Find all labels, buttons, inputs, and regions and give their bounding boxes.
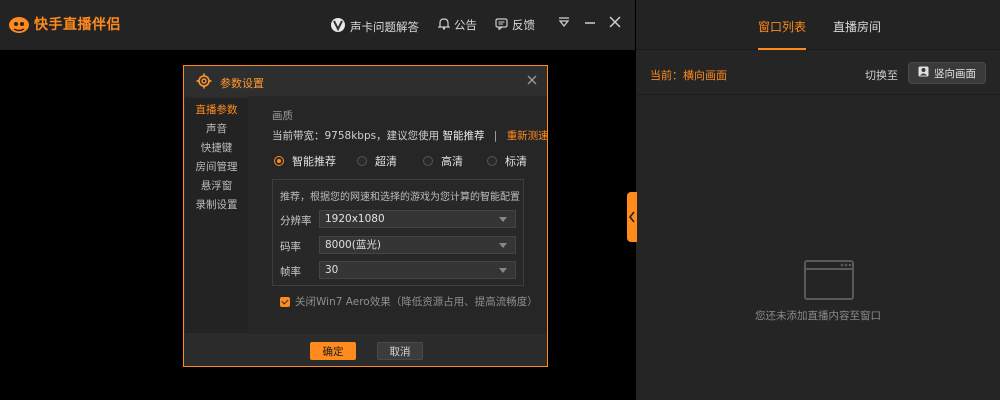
radio-dot xyxy=(357,156,367,166)
radio-label: 标清 xyxy=(505,155,527,168)
feedback-button[interactable]: 反馈 xyxy=(495,17,535,33)
radio-label: 高清 xyxy=(441,155,463,168)
minimize-button[interactable] xyxy=(583,15,599,33)
framerate-select[interactable]: 30 xyxy=(319,261,516,279)
menu-down-icon xyxy=(558,17,570,28)
kuaishou-logo-icon xyxy=(8,14,30,34)
separator: | xyxy=(493,130,498,142)
bell-icon xyxy=(437,17,451,33)
chevron-left-icon xyxy=(629,211,635,223)
vertical-mode-button[interactable]: 竖向画面 xyxy=(908,62,986,84)
right-tabs: 窗口列表 直播房间 xyxy=(636,0,1000,50)
tab-window-list[interactable]: 窗口列表 xyxy=(758,18,806,35)
framerate-label: 帧率 xyxy=(280,266,301,278)
nav-item-floating-window[interactable]: 悬浮窗 xyxy=(185,178,248,193)
notice-label: 公告 xyxy=(454,18,477,32)
vertical-mode-label: 竖向画面 xyxy=(934,67,976,80)
radio-sd[interactable]: 标清 xyxy=(487,153,527,169)
nav-item-live-params[interactable]: 直播参数 xyxy=(185,102,248,117)
soundcard-help-label: 声卡问题解答 xyxy=(350,19,419,34)
dialog-title: 参数设置 xyxy=(220,77,264,90)
nav-item-room-management[interactable]: 房间管理 xyxy=(185,159,248,174)
bandwidth-text: 当前带宽：9758kbps，建议您使用 xyxy=(272,130,440,142)
config-box: 推荐，根据您的网速和选择的游戏为您计算的智能配置 分辨率 1920x1080 码… xyxy=(272,179,524,286)
confirm-button[interactable]: 确定 xyxy=(310,342,356,360)
right-panel: 窗口列表 直播房间 当前：横向画面 切换至 竖向画面 您还未添加直播内容至窗口 xyxy=(636,0,1000,400)
retest-speed-link[interactable]: 重新测速 xyxy=(507,130,549,142)
settings-dialog: 参数设置 直播参数 声音 快捷键 房间管理 悬浮窗 录制设置 画质 当前带宽：9… xyxy=(183,65,549,367)
settings-nav: 直播参数 声音 快捷键 房间管理 悬浮窗 录制设置 xyxy=(185,98,248,333)
cancel-button[interactable]: 取消 xyxy=(377,342,423,360)
feedback-label: 反馈 xyxy=(512,18,535,32)
quality-section-label: 画质 xyxy=(272,110,293,122)
radio-hd[interactable]: 高清 xyxy=(423,153,463,169)
nav-item-sound[interactable]: 声音 xyxy=(185,121,248,136)
orientation-bar: 当前：横向画面 切换至 竖向画面 xyxy=(636,50,1000,95)
title-bar: 快手直播伴侣 声卡问题解答 公告 反馈 xyxy=(0,0,635,50)
radio-label: 超清 xyxy=(375,155,397,168)
close-icon xyxy=(609,16,621,28)
config-hint: 推荐，根据您的网速和选择的游戏为您计算的智能配置 xyxy=(280,192,520,203)
aero-checkbox-row[interactable]: 关闭Win7 Aero效果（降低资源占用、提高流畅度） xyxy=(280,294,538,309)
user-portrait-icon xyxy=(918,66,929,80)
bitrate-select[interactable]: 8000(蓝光) xyxy=(319,236,516,254)
empty-window-icon xyxy=(804,260,854,303)
framerate-value: 30 xyxy=(325,264,339,276)
chevron-down-icon xyxy=(499,268,507,273)
aero-checkbox[interactable] xyxy=(280,296,290,307)
empty-state-text: 您还未添加直播内容至窗口 xyxy=(755,310,881,322)
panel-collapse-toggle[interactable] xyxy=(627,192,637,242)
app-title: 快手直播伴侣 xyxy=(34,17,121,33)
switch-to-label: 切换至 xyxy=(865,69,898,82)
minimize-icon xyxy=(585,22,595,24)
soundcard-help-button[interactable]: 声卡问题解答 xyxy=(330,17,419,36)
resolution-label: 分辨率 xyxy=(280,215,312,227)
recommend-text: 智能推荐 xyxy=(442,130,485,142)
notice-button[interactable]: 公告 xyxy=(437,17,477,33)
dialog-close-button[interactable] xyxy=(526,74,540,88)
radio-label: 智能推荐 xyxy=(292,155,336,168)
bandwidth-line: 当前带宽：9758kbps，建议您使用 智能推荐 | 重新测速 xyxy=(272,128,549,143)
nav-item-shortcuts[interactable]: 快捷键 xyxy=(185,140,248,155)
nav-item-recording[interactable]: 录制设置 xyxy=(185,197,248,212)
radio-ultra-hd[interactable]: 超清 xyxy=(357,153,397,169)
chevron-down-icon xyxy=(499,243,507,248)
gear-icon xyxy=(196,73,212,92)
close-window-button[interactable] xyxy=(608,15,624,33)
resolution-select[interactable]: 1920x1080 xyxy=(319,210,516,228)
resolution-value: 1920x1080 xyxy=(325,213,385,225)
tab-live-room[interactable]: 直播房间 xyxy=(833,18,881,35)
bitrate-label: 码率 xyxy=(280,241,301,253)
current-orientation: 当前：横向画面 xyxy=(650,69,727,82)
close-icon xyxy=(527,75,537,85)
app-logo: 快手直播伴侣 xyxy=(8,14,121,34)
radio-dot xyxy=(274,156,284,166)
chat-bubble-icon xyxy=(495,17,508,33)
chevron-down-icon xyxy=(499,217,507,222)
dropdown-menu-button[interactable] xyxy=(557,15,573,33)
radio-dot xyxy=(423,156,433,166)
radio-dot xyxy=(487,156,497,166)
bitrate-value: 8000(蓝光) xyxy=(325,239,381,251)
help-badge-icon xyxy=(330,17,346,36)
settings-body: 画质 当前带宽：9758kbps，建议您使用 智能推荐 | 重新测速 智能推荐 … xyxy=(248,96,549,334)
aero-checkbox-label: 关闭Win7 Aero效果（降低资源占用、提高流畅度） xyxy=(295,296,538,308)
radio-smart-recommend[interactable]: 智能推荐 xyxy=(274,153,336,169)
dialog-header: 参数设置 xyxy=(184,66,547,96)
